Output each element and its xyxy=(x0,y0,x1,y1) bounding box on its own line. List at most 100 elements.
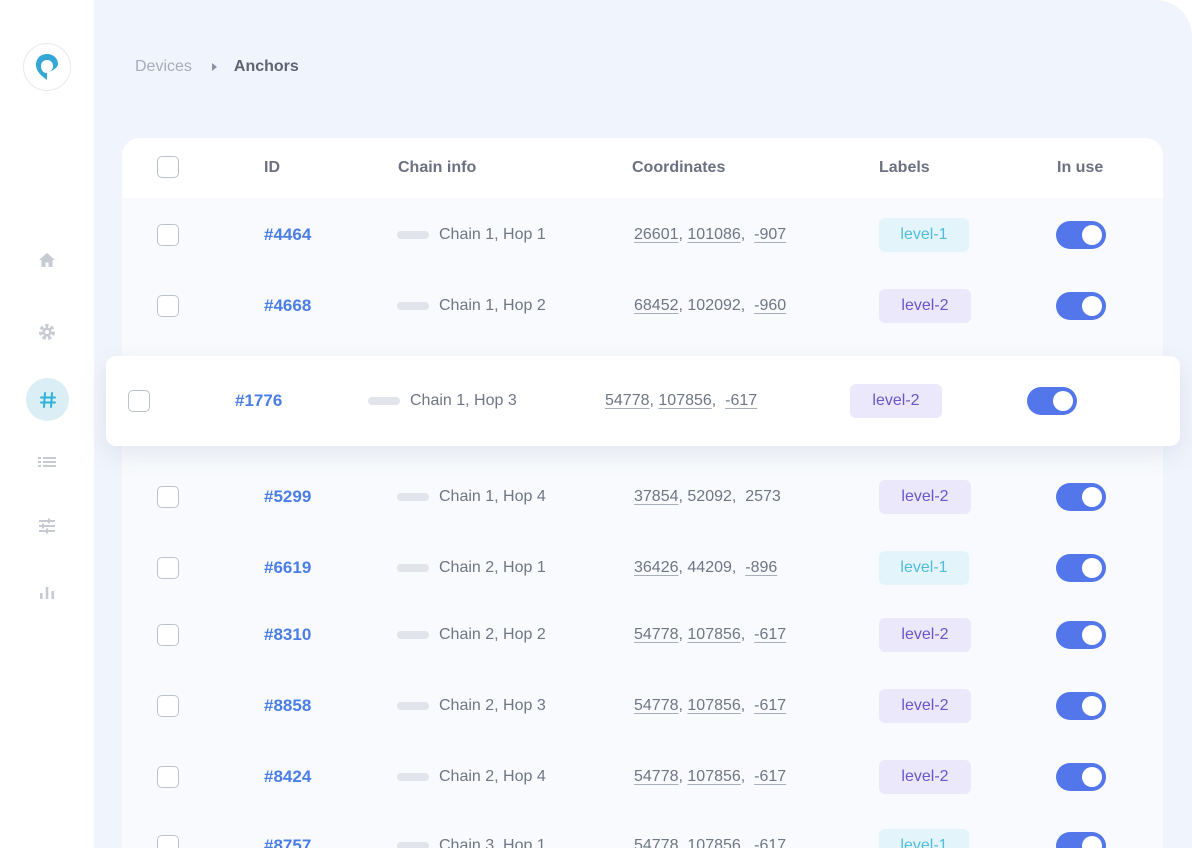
table-row[interactable]: #5299 Chain 1, Hop 4 37854, 52092, 2573 lev… xyxy=(122,467,1163,527)
chain-status-pill xyxy=(397,842,429,848)
row-checkbox[interactable] xyxy=(128,390,150,412)
row-checkbox[interactable] xyxy=(157,224,179,246)
anchor-id-link[interactable]: #8858 xyxy=(264,696,311,716)
table-row[interactable]: #4668 Chain 1, Hop 2 68452, 102092, -960 le… xyxy=(122,276,1163,336)
hash-icon xyxy=(39,391,56,408)
label-badge: level-2 xyxy=(850,384,942,418)
coordinate-x[interactable]: 54778 xyxy=(634,837,679,848)
row-checkbox[interactable] xyxy=(157,624,179,646)
label-badge: level-2 xyxy=(879,760,971,794)
column-header-coordinates[interactable]: Coordinates xyxy=(632,159,725,177)
anchor-id-link[interactable]: #6619 xyxy=(264,558,311,578)
table-row[interactable]: #8757 Chain 3, Hop 1 54778, 107856, -617 le… xyxy=(122,816,1163,848)
row-checkbox[interactable] xyxy=(157,695,179,717)
chain-info-text: Chain 1, Hop 1 xyxy=(439,226,546,243)
coordinate-z[interactable]: -617 xyxy=(754,626,786,643)
label-badge: level-2 xyxy=(879,289,971,323)
nav-home[interactable] xyxy=(27,240,67,280)
row-checkbox[interactable] xyxy=(157,557,179,579)
coordinate-y[interactable]: 107856 xyxy=(687,626,740,643)
coordinate-y[interactable]: 102092 xyxy=(687,297,740,314)
sliders-icon xyxy=(39,518,55,534)
coordinate-z[interactable]: 2573 xyxy=(745,488,781,505)
coordinate-z[interactable]: -960 xyxy=(754,297,786,314)
coordinate-x[interactable]: 68452 xyxy=(634,297,679,314)
breadcrumb-current: Anchors xyxy=(233,58,299,75)
table-row[interactable]: #4464 Chain 1, Hop 1 26601, 101086, -907 le… xyxy=(122,205,1163,265)
column-header-chain-info[interactable]: Chain info xyxy=(398,159,476,177)
table-row[interactable]: #8424 Chain 2, Hop 4 54778, 107856, -617 le… xyxy=(122,747,1163,807)
app-logo[interactable] xyxy=(23,43,71,91)
coordinate-y[interactable]: 107856 xyxy=(658,392,711,409)
coordinate-y[interactable]: 107856 xyxy=(687,768,740,785)
coordinate-x[interactable]: 36426 xyxy=(634,559,679,576)
in-use-toggle[interactable] xyxy=(1056,621,1106,649)
label-badge: level-2 xyxy=(879,689,971,723)
coordinate-x[interactable]: 26601 xyxy=(634,226,679,243)
coordinate-y[interactable]: 101086 xyxy=(687,226,740,243)
row-checkbox[interactable] xyxy=(157,486,179,508)
select-all-checkbox[interactable] xyxy=(157,156,179,178)
in-use-toggle[interactable] xyxy=(1056,292,1106,320)
in-use-toggle[interactable] xyxy=(1056,554,1106,582)
chain-status-pill xyxy=(397,564,429,572)
row-checkbox[interactable] xyxy=(157,835,179,848)
column-header-labels[interactable]: Labels xyxy=(879,159,930,177)
coordinate-y[interactable]: 107856 xyxy=(687,837,740,848)
coordinates-text: 54778, 107856, -617 xyxy=(634,626,787,643)
chain-info-text: Chain 2, Hop 1 xyxy=(439,559,546,576)
anchor-id-link[interactable]: #5299 xyxy=(264,487,311,507)
coordinate-x[interactable]: 54778 xyxy=(634,626,679,643)
list-icon xyxy=(38,457,56,467)
coordinate-z[interactable]: -617 xyxy=(754,837,786,848)
coordinate-x[interactable]: 54778 xyxy=(605,392,650,409)
breadcrumb-devices-link[interactable]: Devices xyxy=(135,58,192,76)
anchor-id-link[interactable]: #8757 xyxy=(264,836,311,848)
chain-status-pill xyxy=(397,493,429,501)
toggle-knob xyxy=(1082,625,1102,645)
coordinate-x[interactable]: 54778 xyxy=(634,768,679,785)
in-use-toggle[interactable] xyxy=(1056,483,1106,511)
logo-pin-icon xyxy=(36,54,58,80)
coordinate-y[interactable]: 107856 xyxy=(687,697,740,714)
label-badge: level-2 xyxy=(879,618,971,652)
nav-settings[interactable] xyxy=(27,312,67,352)
column-header-in-use[interactable]: In use xyxy=(1057,159,1103,177)
nav-list[interactable] xyxy=(27,442,67,482)
chain-info-text: Chain 3, Hop 1 xyxy=(439,837,546,848)
toggle-knob xyxy=(1082,487,1102,507)
in-use-toggle[interactable] xyxy=(1056,832,1106,848)
anchor-id-link[interactable]: #4668 xyxy=(264,296,311,316)
coordinate-z[interactable]: -617 xyxy=(754,697,786,714)
in-use-toggle[interactable] xyxy=(1027,387,1077,415)
table-row[interactable]: #8858 Chain 2, Hop 3 54778, 107856, -617 le… xyxy=(122,676,1163,736)
chain-info-text: Chain 2, Hop 4 xyxy=(439,768,546,785)
row-checkbox[interactable] xyxy=(157,295,179,317)
anchor-id-link[interactable]: #8310 xyxy=(264,625,311,645)
toggle-knob xyxy=(1082,767,1102,787)
coordinate-y[interactable]: 52092 xyxy=(687,488,732,505)
anchor-id-link[interactable]: #8424 xyxy=(264,767,311,787)
coordinate-z[interactable]: -617 xyxy=(754,768,786,785)
label-badge: level-2 xyxy=(879,480,971,514)
coordinate-x[interactable]: 37854 xyxy=(634,488,679,505)
table-row-dragging[interactable]: #1776 Chain 1, Hop 3 54778, 107856, -617 le… xyxy=(106,356,1180,446)
coordinate-z[interactable]: -896 xyxy=(745,559,777,576)
anchor-id-link[interactable]: #4464 xyxy=(264,225,311,245)
anchor-id-link[interactable]: #1776 xyxy=(235,391,282,411)
nav-filters[interactable] xyxy=(27,506,67,546)
coordinate-z[interactable]: -617 xyxy=(725,392,757,409)
table-row[interactable]: #8310 Chain 2, Hop 2 54778, 107856, -617 le… xyxy=(122,605,1163,665)
coordinate-x[interactable]: 54778 xyxy=(634,697,679,714)
coordinate-z[interactable]: -907 xyxy=(754,226,786,243)
in-use-toggle[interactable] xyxy=(1056,221,1106,249)
chain-status-pill xyxy=(397,702,429,710)
column-header-id[interactable]: ID xyxy=(264,159,280,177)
nav-anchors[interactable] xyxy=(26,378,69,421)
nav-stats[interactable] xyxy=(27,572,67,612)
row-checkbox[interactable] xyxy=(157,766,179,788)
in-use-toggle[interactable] xyxy=(1056,763,1106,791)
coordinate-y[interactable]: 44209 xyxy=(687,559,732,576)
table-row[interactable]: #6619 Chain 2, Hop 1 36426, 44209, -896 lev… xyxy=(122,538,1163,598)
in-use-toggle[interactable] xyxy=(1056,692,1106,720)
